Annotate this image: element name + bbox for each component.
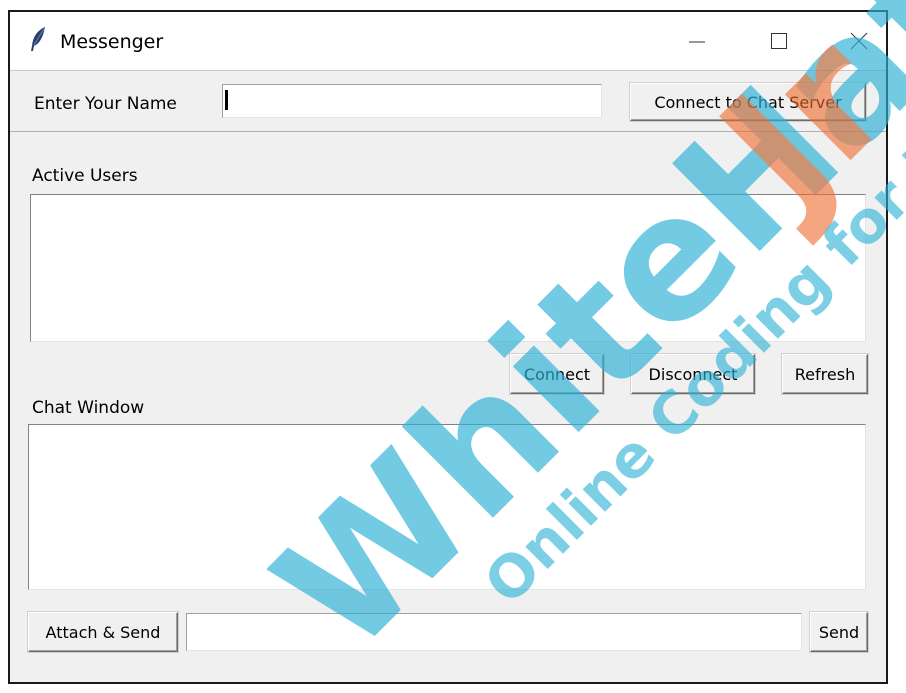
title-bar: Messenger [10,12,886,70]
refresh-button[interactable]: Refresh [782,354,868,394]
text-caret [225,90,228,110]
disconnect-button[interactable]: Disconnect [631,354,755,394]
window-title: Messenger [60,31,164,53]
chat-window-text[interactable] [28,424,866,590]
messenger-window: Messenger Enter Your Name Connect to Cha… [8,10,888,684]
section-divider [10,131,886,132]
feather-icon [28,26,48,52]
close-button[interactable] [836,20,882,62]
send-button[interactable]: Send [810,612,868,652]
name-field-box[interactable] [222,84,602,118]
maximize-icon [771,33,787,49]
name-input[interactable] [223,85,601,117]
name-label: Enter Your Name [34,94,177,114]
message-input[interactable] [187,614,801,650]
message-field-box[interactable] [186,613,802,651]
connect-button[interactable]: Connect [510,354,604,394]
title-divider [10,70,886,71]
chat-window-label: Chat Window [32,398,145,418]
active-users-label: Active Users [32,166,138,186]
minimize-icon [689,41,705,43]
connect-to-server-button[interactable]: Connect to Chat Server [630,83,866,121]
minimize-button[interactable] [674,20,720,62]
active-users-list[interactable] [30,194,866,342]
maximize-button[interactable] [756,20,802,62]
attach-and-send-button[interactable]: Attach & Send [28,612,178,652]
close-icon [850,32,868,50]
